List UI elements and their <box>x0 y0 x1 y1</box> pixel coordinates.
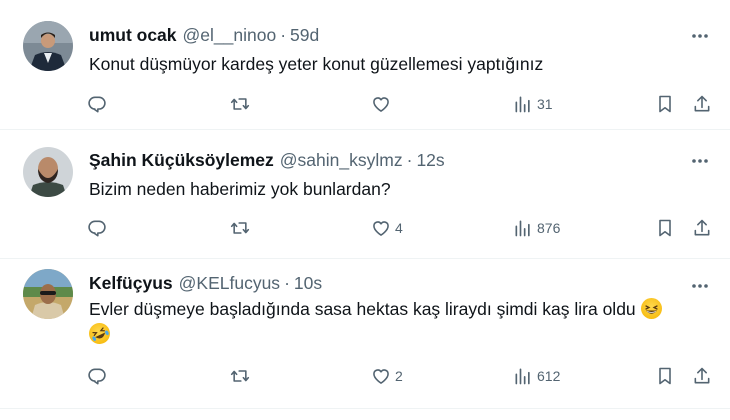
avatar[interactable] <box>23 147 73 197</box>
retweet-icon <box>230 222 250 234</box>
view-count: 876 <box>537 220 561 236</box>
share-icon <box>694 95 710 112</box>
retweet-button[interactable] <box>230 92 254 116</box>
like-count: 2 <box>395 368 403 384</box>
more-icon[interactable] <box>690 151 710 171</box>
reply-button[interactable] <box>87 92 111 116</box>
avatar[interactable] <box>23 269 73 319</box>
views-button[interactable]: 31 <box>513 92 553 116</box>
timestamp[interactable]: 10s <box>294 273 322 293</box>
tweet-header: Kelfüçyus @KELfucyus · 10s <box>89 273 322 293</box>
author-name[interactable]: umut ocak <box>89 25 177 45</box>
tweet-1[interactable]: umut ocak @el__ninoo · 59d Konut düşmüyo… <box>0 0 730 130</box>
bookmark-icon <box>659 95 671 113</box>
more-icon[interactable] <box>690 26 710 46</box>
like-button[interactable] <box>371 92 395 116</box>
heart-icon <box>373 97 389 112</box>
reply-button[interactable] <box>87 216 111 240</box>
action-bar: 31 <box>0 92 730 116</box>
tweet-text: Konut düşmüyor kardeş yeter konut güzell… <box>89 54 544 74</box>
avatar[interactable] <box>23 21 73 71</box>
like-button[interactable]: 2 <box>371 364 403 388</box>
like-button[interactable]: 4 <box>371 216 403 240</box>
view-count: 612 <box>537 368 561 384</box>
author-handle[interactable]: @KELfucyus <box>179 273 280 293</box>
tweet-header: umut ocak @el__ninoo · 59d <box>89 25 319 45</box>
share-icon <box>694 367 710 384</box>
action-bar: 2 612 <box>0 364 730 388</box>
separator: · <box>280 25 287 45</box>
tweet-header: Şahin Küçüksöylemez @sahin_ksylmz · 12s <box>89 150 445 170</box>
grinning-squinting-face-icon <box>640 298 662 319</box>
views-icon <box>515 220 530 237</box>
author-name[interactable]: Şahin Küçüksöylemez <box>89 150 274 170</box>
action-bar: 4 876 <box>0 216 730 240</box>
heart-icon <box>373 369 389 384</box>
views-icon <box>515 368 530 385</box>
reply-icon <box>88 220 106 237</box>
bookmark-icon <box>659 367 671 385</box>
bookmark-button[interactable] <box>655 364 675 388</box>
timestamp[interactable]: 59d <box>290 25 319 45</box>
bookmark-button[interactable] <box>655 216 675 240</box>
share-button[interactable] <box>692 92 712 116</box>
author-name[interactable]: Kelfüçyus <box>89 273 173 293</box>
retweet-button[interactable] <box>230 364 254 388</box>
bookmark-icon <box>659 219 671 237</box>
heart-icon <box>373 221 389 236</box>
bookmark-button[interactable] <box>655 92 675 116</box>
timestamp[interactable]: 12s <box>416 150 444 170</box>
separator: · <box>406 150 413 170</box>
retweet-icon <box>230 98 250 110</box>
reply-icon <box>88 368 106 385</box>
share-button[interactable] <box>692 216 712 240</box>
views-button[interactable]: 876 <box>513 216 560 240</box>
separator: · <box>284 273 290 293</box>
views-button[interactable]: 612 <box>513 364 560 388</box>
author-handle[interactable]: @el__ninoo <box>183 25 277 45</box>
author-handle[interactable]: @sahin_ksylmz <box>280 150 403 170</box>
more-icon[interactable] <box>690 276 710 296</box>
reply-icon <box>88 96 106 113</box>
tweet-text-block: Evler düşmeye başladığında sasa hektas k… <box>85 297 699 348</box>
share-button[interactable] <box>692 364 712 388</box>
share-icon <box>694 219 710 236</box>
rolling-on-floor-laughing-icon <box>85 319 114 348</box>
view-count: 31 <box>537 96 553 112</box>
views-icon <box>515 96 530 113</box>
tweet-text: Bizim neden haberimiz yok bunlardan? <box>89 179 391 199</box>
reply-button[interactable] <box>87 364 111 388</box>
retweet-icon <box>230 370 250 382</box>
like-count: 4 <box>395 220 403 236</box>
tweet-text: Evler düşmeye başladığında sasa hektas k… <box>89 299 636 319</box>
retweet-button[interactable] <box>230 216 254 240</box>
divider <box>0 408 730 409</box>
